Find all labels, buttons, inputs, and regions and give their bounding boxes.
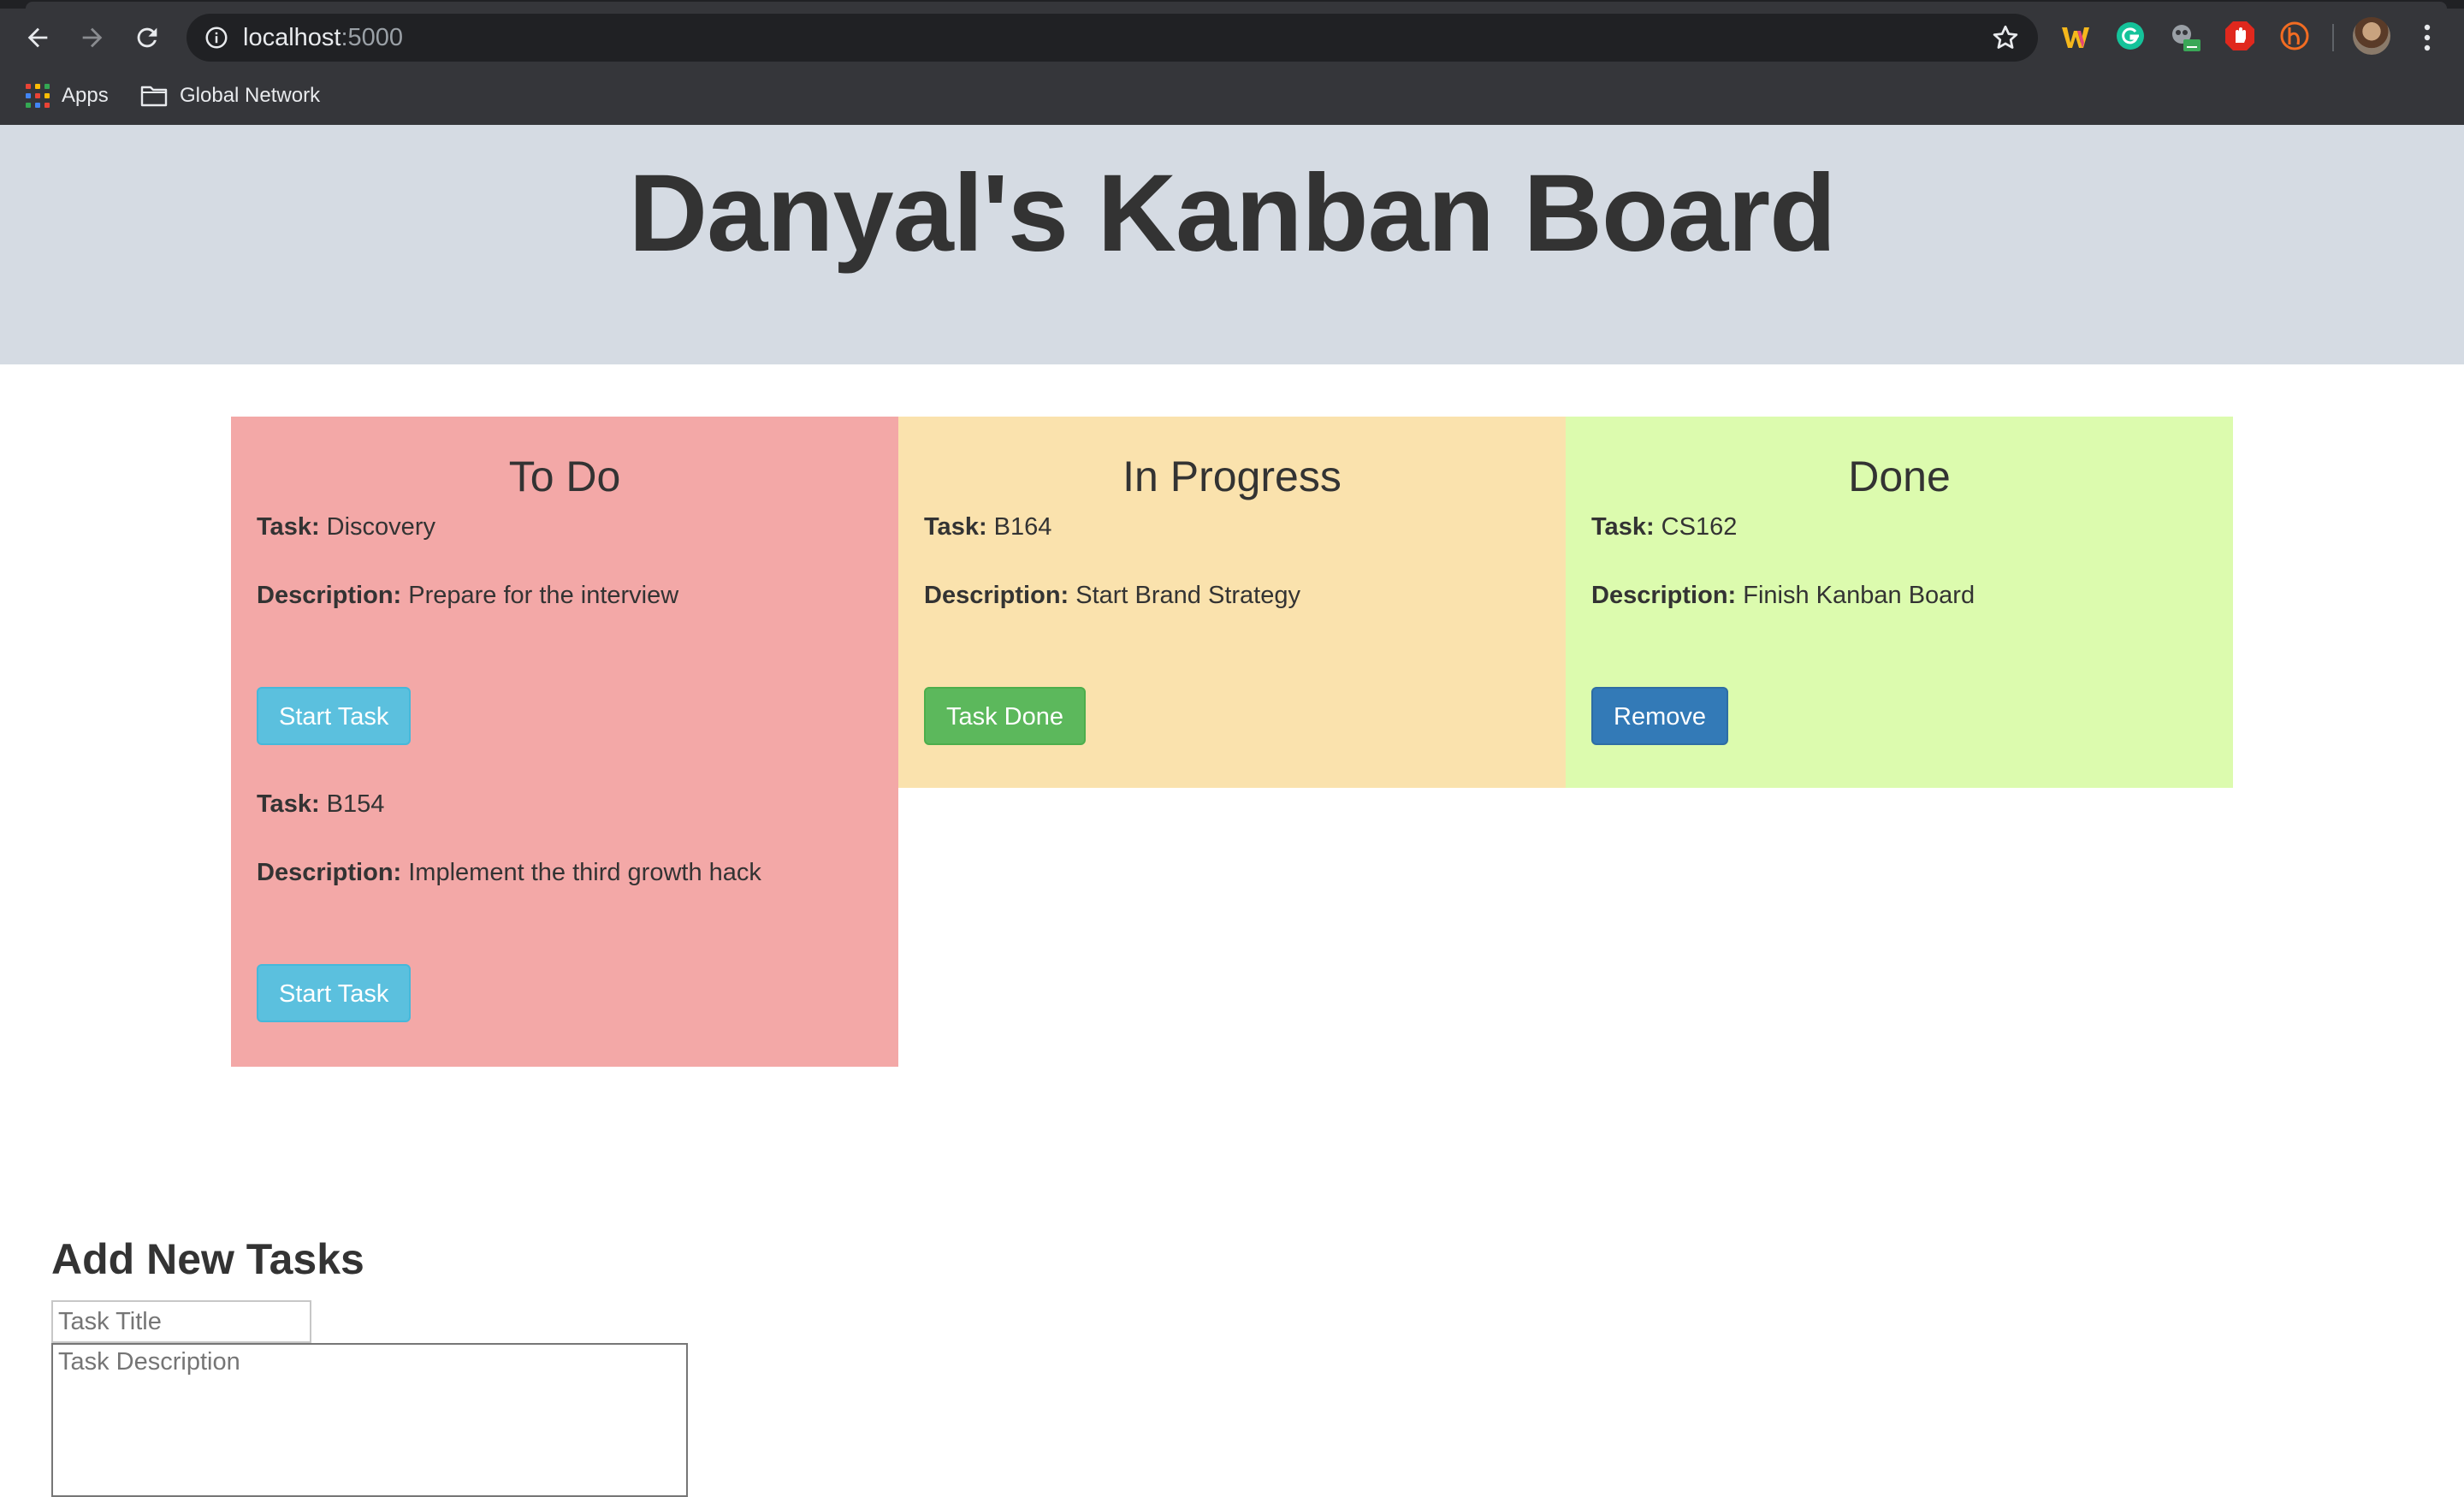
column-heading: Done (1848, 453, 1951, 500)
apps-grid-icon (26, 84, 50, 108)
active-tab[interactable] (26, 2, 2447, 9)
add-task-heading: Add New Tasks (51, 1235, 364, 1283)
url-text[interactable]: localhost:5000 (243, 24, 403, 52)
task-name: Discovery (326, 513, 435, 541)
task-description-row: Description: Implement the third growth … (257, 855, 873, 891)
grammarly-icon[interactable] (2113, 19, 2147, 53)
address-bar[interactable]: localhost:5000 (187, 14, 2038, 62)
description-label: Description: (1591, 582, 1737, 609)
bookmark-apps-label: Apps (62, 84, 109, 107)
start-task-button[interactable]: Start Task (257, 687, 412, 745)
task-description: Prepare for the interview (408, 582, 679, 609)
start-task-button[interactable]: Start Task (257, 964, 412, 1022)
back-button[interactable] (19, 19, 56, 56)
task-name: CS162 (1661, 513, 1738, 541)
column-heading: To Do (508, 453, 621, 500)
forward-arrow-icon (82, 27, 103, 48)
task-description-row: Description: Start Brand Strategy (924, 577, 1540, 613)
task-card: Task: B154 Description: Implement the th… (257, 786, 873, 1022)
honey-icon[interactable] (2277, 19, 2312, 53)
task-label: Task: (924, 513, 987, 541)
task-card: Task: B164 Description: Start Brand Stra… (924, 509, 1540, 745)
bookmark-star-icon[interactable] (1990, 22, 2021, 53)
back-arrow-icon (27, 27, 48, 48)
add-task-form: Add New Tasks (51, 1232, 688, 1497)
description-label: Description: (924, 582, 1069, 609)
page-header: Danyal's Kanban Board (0, 125, 2464, 364)
bookmark-apps[interactable]: Apps (26, 79, 109, 113)
tab-strip (0, 0, 2464, 9)
task-name: B164 (993, 513, 1052, 541)
task-card: Task: CS162 Description: Finish Kanban B… (1591, 509, 2207, 745)
page-title: Danyal's Kanban Board (628, 152, 1837, 275)
reload-icon (137, 27, 157, 48)
remove-button[interactable]: Remove (1591, 687, 1728, 745)
task-label: Task: (1591, 513, 1655, 541)
column-in-progress: In Progress Task: B164 Description: Star… (898, 417, 1566, 788)
task-done-button[interactable]: Task Done (924, 687, 1087, 745)
task-label: Task: (257, 513, 320, 541)
column-heading: In Progress (1122, 453, 1342, 500)
column-to-do: To Do Task: Discovery Description: Prepa… (231, 417, 898, 1067)
task-title-input[interactable] (51, 1300, 311, 1343)
url-port: :5000 (341, 24, 404, 51)
browser-toolbar: localhost:5000 Apps Global Network (0, 0, 2464, 125)
profile-avatar[interactable] (2353, 17, 2390, 55)
task-description-row: Description: Prepare for the interview (257, 577, 873, 613)
bookmarks-bar: Apps Global Network (0, 79, 2464, 113)
task-description: Start Brand Strategy (1075, 582, 1300, 609)
bookmark-global-network[interactable]: Global Network (140, 79, 320, 113)
task-card: Task: Discovery Description: Prepare for… (257, 509, 873, 745)
url-host: localhost (243, 24, 341, 51)
w-extension-icon[interactable] (2058, 19, 2093, 53)
task-label: Task: (257, 790, 320, 818)
task-description: Finish Kanban Board (1743, 582, 1975, 609)
forward-button[interactable] (74, 19, 111, 56)
task-title-row: Task: Discovery (257, 509, 873, 545)
task-description-row: Description: Finish Kanban Board (1591, 577, 2207, 613)
task-description: Implement the third growth hack (408, 859, 761, 886)
adblock-icon[interactable] (2223, 19, 2257, 53)
task-title-row: Task: B154 (257, 786, 873, 822)
task-title-row: Task: B164 (924, 509, 1540, 545)
menu-kebab-icon[interactable] (2414, 21, 2440, 55)
task-name: B154 (326, 790, 385, 818)
column-done: Done Task: CS162 Description: Finish Kan… (1566, 417, 2233, 788)
toolbar-separator (2332, 24, 2334, 51)
info-icon[interactable] (204, 25, 229, 50)
description-label: Description: (257, 582, 402, 609)
folder-icon (140, 86, 168, 107)
task-title-row: Task: CS162 (1591, 509, 2207, 545)
task-description-input[interactable] (51, 1343, 688, 1497)
tracker-extension-icon[interactable] (2168, 19, 2202, 53)
description-label: Description: (257, 859, 402, 886)
reload-button[interactable] (128, 19, 166, 56)
bookmark-global-network-label: Global Network (180, 84, 321, 107)
